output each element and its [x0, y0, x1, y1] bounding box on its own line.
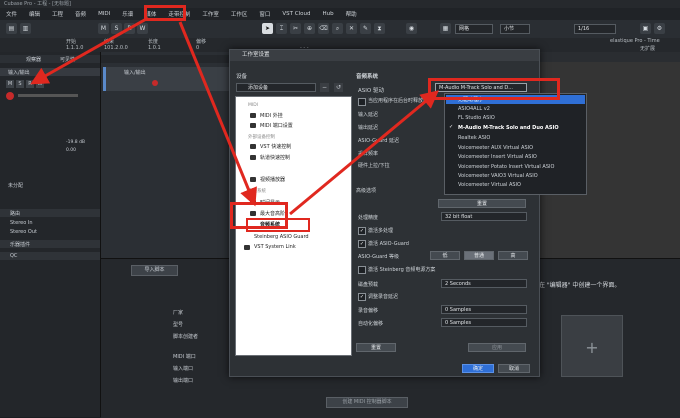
- arrow-to-audio-system: [178, 21, 257, 207]
- arrow-to-asio-driver: [289, 90, 439, 216]
- annotation-arrows: [30, 16, 439, 216]
- arrow-to-inspector: [30, 16, 149, 85]
